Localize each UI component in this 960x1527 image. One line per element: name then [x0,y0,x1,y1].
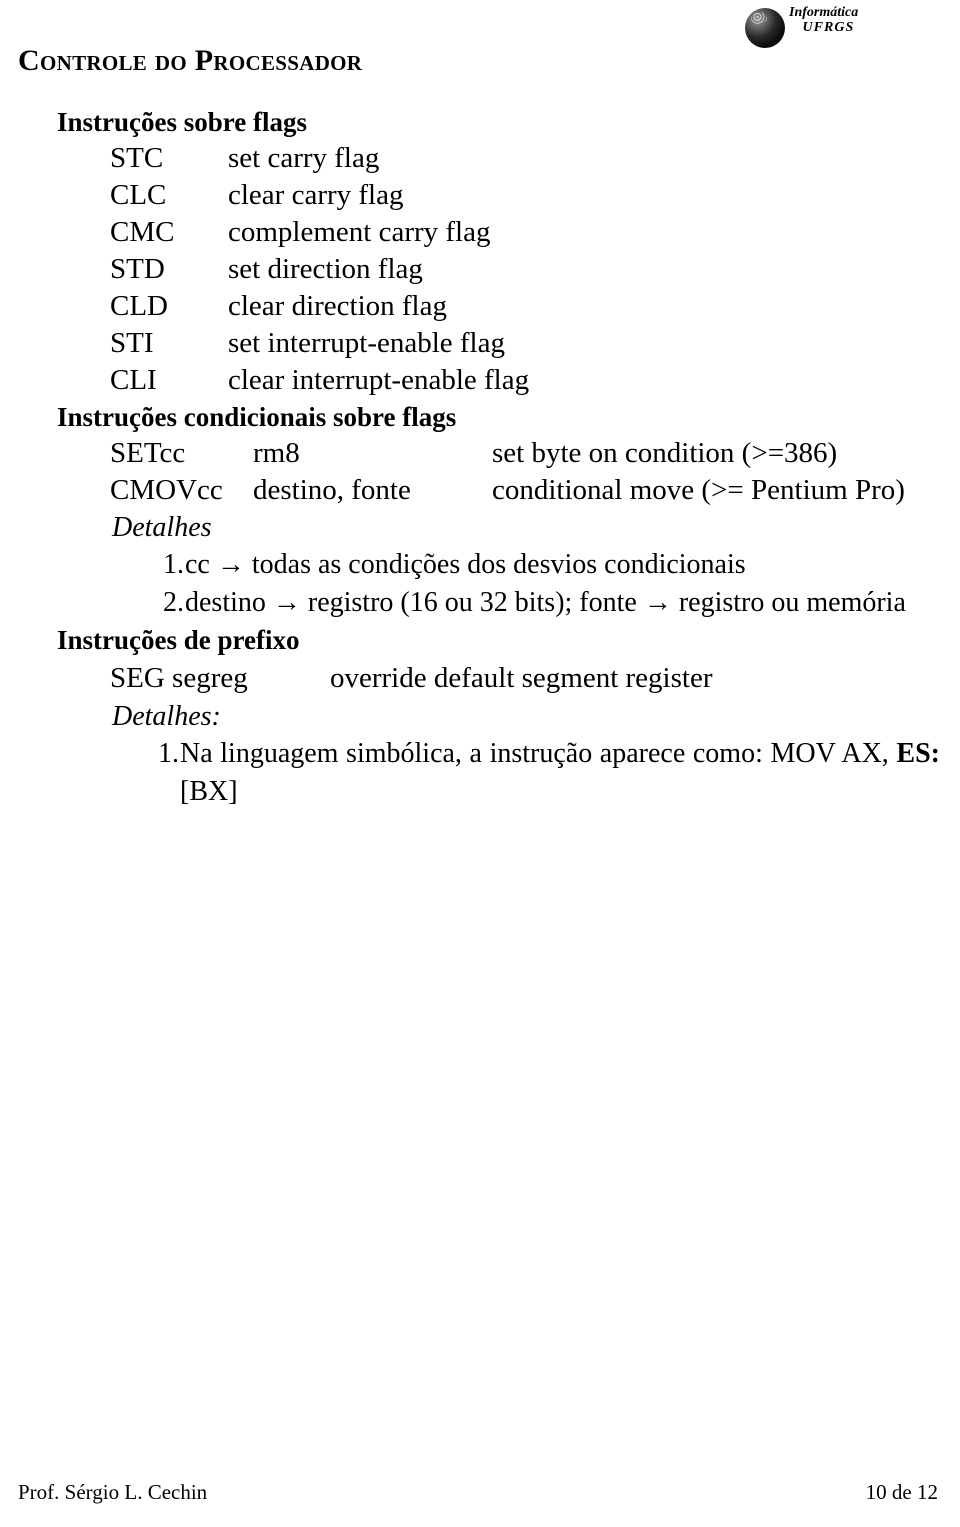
instruction-description: set carry flag [228,142,380,174]
details-list: 1. cc → todas as condições dos desvios c… [0,546,960,622]
instruction-mnemonic: SETcc [110,437,186,469]
list-item-text-before: Na linguagem simbólica, a instrução apar… [180,738,897,769]
list-item-number: 1. [163,549,184,580]
document-page: Informática UFRGS Controle do Processado… [0,0,960,1527]
instruction-mnemonic: CMC [110,216,175,248]
details-label: Detalhes [112,512,212,543]
list-item: 1. Na linguagem simbólica, a instrução ap… [0,735,960,811]
instruction-row: STC set carry flag [0,140,960,177]
logo-text: Informática UFRGS [789,5,859,35]
details-list: 1. Na linguagem simbólica, a instrução ap… [0,735,960,811]
instruction-description: set interrupt-enable flag [228,327,505,359]
instruction-mnemonic: CLI [110,364,157,396]
document-content: Instruções sobre flags STC set carry fla… [0,104,960,811]
instruction-row: STI set interrupt-enable flag [0,325,960,362]
list-item: 1. cc → todas as condições dos desvios c… [0,546,960,584]
instruction-operand: rm8 [253,437,300,469]
instruction-row: CMC complement carry flag [0,214,960,251]
instruction-description: clear direction flag [228,290,447,322]
instruction-row: SEG segreg override default segment regi… [0,658,960,698]
list-item-text: cc → todas as condições dos desvios cond… [185,549,746,580]
instruction-description: override default segment register [330,662,713,694]
instruction-operand: destino, fonte [253,474,411,506]
page-title: Controle do Processador [18,44,363,77]
list-item-text-after: [BX] [180,776,238,807]
list-item-text-bold: ES: [896,738,940,769]
logo-line-ufrgs: UFRGS [802,19,855,35]
list-item-number: 2. [163,587,184,618]
instruction-row: CMOVcc destino, fonte conditional move (… [0,472,960,509]
instruction-row: STD set direction flag [0,251,960,288]
instruction-mnemonic: CMOVcc [110,474,223,506]
instruction-mnemonic: CLD [110,290,168,322]
informatica-ufrgs-logo: Informática UFRGS [745,5,875,50]
section-heading-prefix: Instruções de prefixo [57,625,300,655]
section-heading-conditional-flags: Instruções condicionais sobre flags [57,402,457,432]
instruction-description: complement carry flag [228,216,491,248]
logo-line-informatica: Informática [789,5,859,20]
list-item-text: destino → registro (16 ou 32 bits); font… [185,587,906,618]
instruction-description: clear interrupt-enable flag [228,364,530,396]
instruction-row: CLI clear interrupt-enable flag [0,362,960,399]
instruction-row: CLD clear direction flag [0,288,960,325]
list-item: 2. destino → registro (16 ou 32 bits); f… [0,584,960,622]
instruction-description: conditional move (>= Pentium Pro) [492,474,905,506]
instruction-description: set byte on condition (>=386) [492,437,838,469]
instruction-row: SETcc rm8 set byte on condition (>=386) [0,435,960,472]
section-heading-flags: Instruções sobre flags [57,107,308,137]
instruction-mnemonic: SEG segreg [110,662,248,694]
instruction-row: CLC clear carry flag [0,177,960,214]
list-item-number: 1. [158,738,179,769]
instruction-description: clear carry flag [228,179,404,211]
sphere-icon [745,8,785,48]
instruction-mnemonic: STD [110,253,165,285]
footer-page-number: 10 de 12 [865,1480,938,1504]
instruction-mnemonic: CLC [110,179,167,211]
page-footer: Prof. Sérgio L. Cechin 10 de 12 [0,1479,960,1505]
footer-author: Prof. Sérgio L. Cechin [18,1480,208,1504]
details-label: Detalhes: [112,701,221,732]
instruction-description: set direction flag [228,253,423,285]
instruction-mnemonic: STC [110,142,164,174]
instruction-mnemonic: STI [110,327,154,359]
